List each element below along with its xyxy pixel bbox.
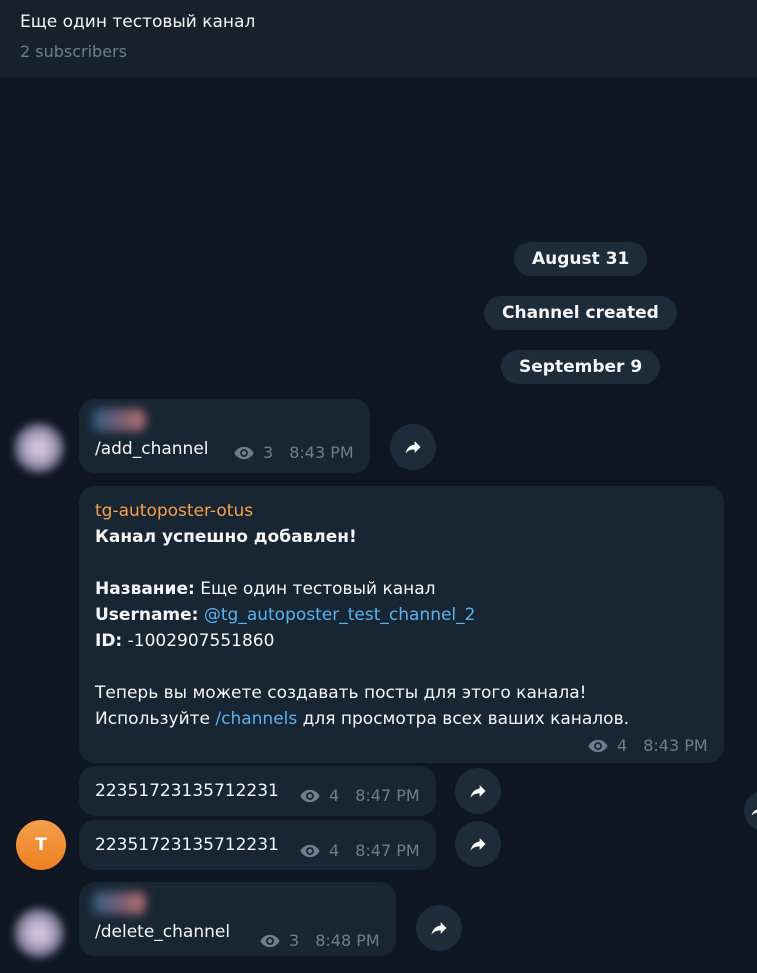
message-time: 8:47 PM [355, 841, 420, 860]
field-label: Название: [95, 579, 195, 599]
message-bubble[interactable]: tg-autoposter-otus Канал успешно добавле… [79, 486, 724, 763]
sender-avatar[interactable]: T [16, 820, 66, 870]
text-fragment: для просмотра всех ваших каналов. [297, 709, 629, 729]
field-label: ID: [95, 631, 123, 651]
eye-icon [234, 446, 254, 460]
channel-title: Еще один тестовый канал [20, 12, 256, 32]
chat-header[interactable]: Еще один тестовый канал 2 subscribers [0, 0, 757, 78]
message-time: 8:47 PM [355, 786, 420, 805]
message-list[interactable]: August 31 Channel created September 9 /a… [0, 79, 757, 973]
view-count: 3 [289, 931, 300, 950]
forward-button[interactable] [416, 905, 462, 951]
message-time: 8:43 PM [289, 443, 354, 462]
sender-avatar[interactable] [14, 908, 64, 958]
message-line: ID: -1002907551860 [95, 628, 629, 654]
sender-name[interactable]: tg-autoposter-otus [95, 498, 629, 524]
date-separator: August 31 [514, 242, 648, 276]
message-meta: 3 8:48 PM [259, 928, 380, 954]
message-text: /delete_channel [95, 922, 231, 942]
forward-icon [470, 838, 486, 851]
message-text: 22351723135712231 [95, 781, 279, 801]
forward-icon [405, 441, 421, 454]
field-value: -1002907551860 [122, 631, 275, 651]
message-line: Теперь вы можете создавать посты для это… [95, 683, 587, 703]
field-label: Username: [95, 605, 199, 625]
message-meta: 4 8:47 PM [299, 838, 420, 864]
forward-button[interactable] [390, 424, 436, 470]
view-count: 4 [329, 786, 340, 805]
service-message: Channel created [484, 296, 677, 330]
message-line: Название: Еще один тестовый канал [95, 576, 629, 602]
message-time: 8:43 PM [643, 736, 708, 755]
message-bubble[interactable]: /add_channel 3 8:43 PM [79, 399, 370, 473]
eye-icon [300, 844, 320, 858]
date-separator: September 9 [501, 350, 661, 384]
view-count: 4 [617, 736, 628, 755]
sender-name [93, 409, 145, 431]
message-line: Используйте /channels для просмотра всех… [95, 706, 629, 732]
message-bubble[interactable]: 22351723135712231 4 8:47 PM [79, 820, 436, 870]
message-meta: 4 8:47 PM [299, 783, 420, 809]
field-value: Еще один тестовый канал [194, 579, 436, 599]
message-text: /add_channel [95, 439, 209, 459]
message-line: Username: @tg_autoposter_test_channel_2 [95, 602, 629, 628]
message-bubble[interactable]: /delete_channel 3 8:48 PM [79, 882, 396, 956]
eye-icon [300, 789, 320, 803]
username-link[interactable]: @tg_autoposter_test_channel_2 [204, 605, 476, 625]
message-meta: 3 8:43 PM [233, 440, 354, 466]
view-count: 4 [329, 841, 340, 860]
forward-icon [470, 785, 486, 798]
eye-icon [260, 934, 280, 948]
forward-icon [431, 922, 447, 935]
text-fragment: Используйте [95, 709, 216, 729]
forward-button[interactable] [455, 821, 501, 867]
message-time: 8:48 PM [315, 931, 380, 950]
message-line: Канал успешно добавлен! [95, 527, 357, 547]
forward-icon [751, 809, 757, 816]
view-count: 3 [263, 443, 274, 462]
forward-button[interactable] [744, 791, 757, 831]
message-meta: 4 8:43 PM [587, 733, 708, 759]
forward-button[interactable] [455, 768, 501, 814]
command-link[interactable]: /channels [215, 709, 297, 729]
message-bubble[interactable]: 22351723135712231 4 8:47 PM [79, 766, 436, 816]
eye-icon [588, 739, 608, 753]
message-text: 22351723135712231 [95, 835, 279, 855]
sender-avatar[interactable] [14, 423, 64, 473]
subscriber-count: 2 subscribers [20, 42, 127, 61]
sender-name [93, 892, 145, 914]
